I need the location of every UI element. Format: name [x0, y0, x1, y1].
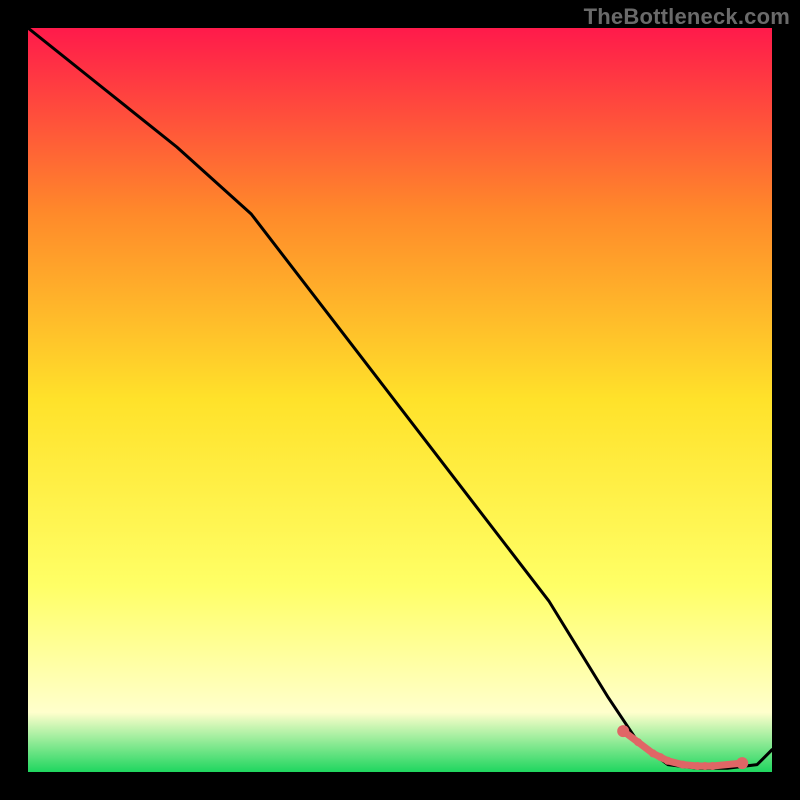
- marker-point: [664, 757, 672, 765]
- marker-point: [634, 738, 642, 746]
- marker-point: [679, 761, 687, 769]
- marker-point: [736, 757, 748, 769]
- marker-point: [617, 725, 629, 737]
- plot-area: [28, 28, 772, 772]
- marker-point: [649, 749, 657, 757]
- chart-stage: TheBottleneck.com: [0, 0, 800, 800]
- chart-svg: [28, 28, 772, 772]
- marker-point: [701, 762, 709, 770]
- watermark-text: TheBottleneck.com: [584, 4, 790, 30]
- marker-point: [709, 762, 717, 770]
- marker-point: [694, 762, 702, 770]
- marker-point: [656, 753, 664, 761]
- gradient-background: [28, 28, 772, 772]
